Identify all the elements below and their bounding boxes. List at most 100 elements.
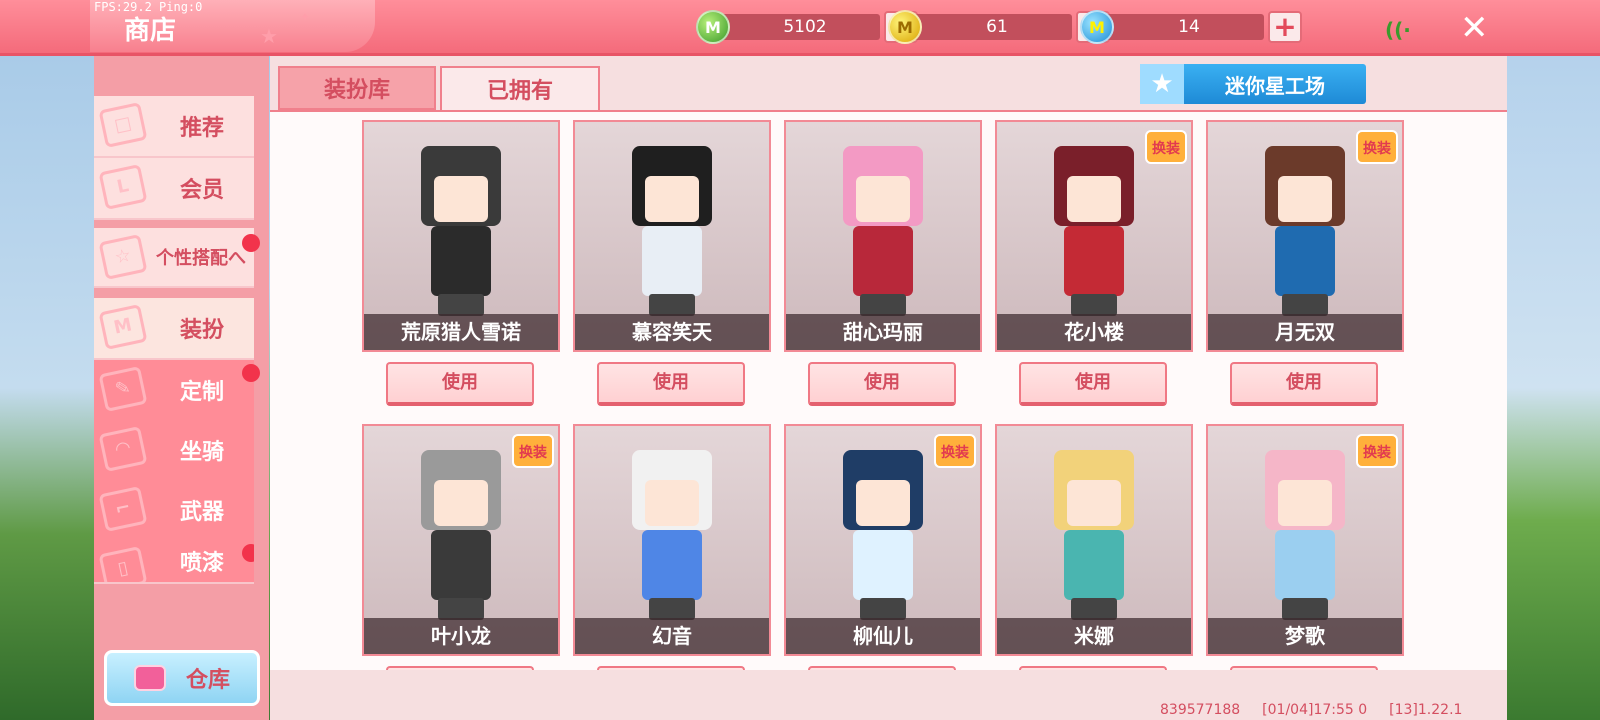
tab-outfit-library[interactable]: 装扮库 xyxy=(278,66,436,110)
background-scenery-right xyxy=(1505,56,1600,720)
sidebar-item-label: 喷漆 xyxy=(179,551,224,576)
dress-up-badge-icon: 换装 xyxy=(1356,130,1398,164)
character-outfit xyxy=(1275,530,1335,600)
star-icon: ★ xyxy=(1140,64,1184,104)
character-face xyxy=(434,480,488,526)
character-face xyxy=(645,480,699,526)
skin-card[interactable]: 慕容笑天 xyxy=(573,120,771,352)
shirt-icon: M xyxy=(98,304,148,350)
top-bar: ★ ✦ FPS:29.2 Ping:0 商店 M 5102 + M 61 + M… xyxy=(0,0,1600,56)
character-outfit xyxy=(853,226,913,296)
skin-name: 幻音 xyxy=(575,618,769,654)
character-legs xyxy=(438,294,484,316)
sidebar-item-label: 定制 xyxy=(179,380,224,405)
close-button[interactable]: ✕ xyxy=(1460,8,1489,48)
character-face xyxy=(1067,480,1121,526)
use-button[interactable]: 使用 xyxy=(1230,362,1378,406)
sidebar-item-custom[interactable]: ✎ 定制 xyxy=(94,360,260,422)
storage-label: 仓库 xyxy=(185,668,230,693)
sidebar-item-recommend[interactable]: □ 推荐 xyxy=(94,96,254,158)
character-outfit xyxy=(1275,226,1335,296)
currency-value: 5102 xyxy=(720,14,880,40)
footer-info: 839577188 [01/04]17:55 0 [13]1.22.1 xyxy=(1160,702,1462,718)
skin-name: 叶小龙 xyxy=(364,618,558,654)
character-legs xyxy=(438,598,484,620)
add-currency-button[interactable]: + xyxy=(1268,11,1302,43)
use-button[interactable]: 使用 xyxy=(597,362,745,406)
server-time: [01/04]17:55 0 xyxy=(1262,702,1368,718)
character-face xyxy=(1278,176,1332,222)
skin-name: 荒原猎人雪诺 xyxy=(364,314,558,350)
character-legs xyxy=(860,294,906,316)
character-face xyxy=(434,176,488,222)
storage-button[interactable]: 仓库 xyxy=(104,650,260,706)
character-legs xyxy=(1071,598,1117,620)
star-decoration-icon: ★ xyxy=(260,24,278,48)
sparkle-icon: ✦ xyxy=(300,10,311,24)
character-figure xyxy=(1250,440,1360,620)
character-figure xyxy=(828,440,938,620)
skin-card[interactable]: 换装 花小楼 xyxy=(995,120,1193,352)
sidebar-item-mount[interactable]: ◠ 坐骑 xyxy=(94,420,254,482)
user-id: 839577188 xyxy=(1160,702,1241,718)
character-legs xyxy=(649,294,695,316)
use-button[interactable]: 使用 xyxy=(386,666,534,670)
character-outfit xyxy=(431,530,491,600)
sidebar-item-label: 武器 xyxy=(179,500,224,525)
main-panel: 装扮库 已拥有 ★ 迷你星工场 荒原猎人雪诺 使用 慕容笑天 使用 甜心玛丽 使用 换装 花小… xyxy=(270,56,1507,720)
skin-card[interactable]: 换装梦歌 xyxy=(1206,424,1404,656)
member-card-icon: L xyxy=(98,164,148,210)
gun-icon: ⌐ xyxy=(98,486,148,532)
mini-workshop-button[interactable]: ★ 迷你星工场 xyxy=(1140,64,1366,104)
skin-name: 米娜 xyxy=(997,618,1191,654)
tab-owned[interactable]: 已拥有 xyxy=(440,66,600,110)
character-figure xyxy=(1039,136,1149,316)
signal-icon: ((· xyxy=(1385,18,1411,42)
currency-value: 14 xyxy=(1104,14,1264,40)
sidebar: □ 推荐 L 会员 ☆ 个性搭配へ M 装扮 ✎ 定制 ◠ 坐骑 ⌐ 武器 ▯ … xyxy=(94,56,269,720)
dress-up-badge-icon: 换装 xyxy=(512,434,554,468)
use-button[interactable]: 使用 xyxy=(808,666,956,670)
skin-card[interactable]: 换装 月无双 xyxy=(1206,120,1404,352)
character-face xyxy=(645,176,699,222)
sidebar-item-label: 会员 xyxy=(179,178,224,203)
sidebar-item-weapon[interactable]: ⌐ 武器 xyxy=(94,480,254,542)
use-button[interactable]: 使用 xyxy=(1019,666,1167,670)
page-title: 商店 xyxy=(124,16,177,46)
dress-up-badge-icon: 换装 xyxy=(1356,434,1398,468)
sidebar-item-label: 推荐 xyxy=(179,116,224,141)
notification-dot xyxy=(242,234,260,252)
use-button[interactable]: 使用 xyxy=(808,362,956,406)
sidebar-item-outfit[interactable]: M 装扮 xyxy=(94,298,254,360)
sidebar-item-member[interactable]: L 会员 xyxy=(94,158,254,220)
character-legs xyxy=(1071,294,1117,316)
sidebar-item-spray[interactable]: ▯ 喷漆 xyxy=(94,540,254,584)
character-face xyxy=(856,480,910,526)
mount-icon: ◠ xyxy=(98,426,148,472)
character-legs xyxy=(1282,294,1328,316)
use-button[interactable]: 使用 xyxy=(1230,666,1378,670)
skin-card[interactable]: 荒原猎人雪诺 xyxy=(362,120,560,352)
use-button[interactable]: 使用 xyxy=(597,666,745,670)
green-gem-coin-icon: M xyxy=(696,10,730,44)
skin-card[interactable]: 甜心玛丽 xyxy=(784,120,982,352)
use-button[interactable]: 使用 xyxy=(386,362,534,406)
version: [13]1.22.1 xyxy=(1389,702,1463,718)
character-figure xyxy=(406,440,516,620)
character-legs xyxy=(649,598,695,620)
skin-card[interactable]: 幻音 xyxy=(573,424,771,656)
skin-name: 柳仙儿 xyxy=(786,618,980,654)
skin-name: 梦歌 xyxy=(1208,618,1402,654)
dress-up-badge-icon: 换装 xyxy=(1145,130,1187,164)
character-figure xyxy=(617,136,727,316)
skin-card[interactable]: 换装 柳仙儿 xyxy=(784,424,982,656)
sidebar-section-personal-outfit[interactable]: ☆ 个性搭配へ xyxy=(94,228,260,288)
character-outfit xyxy=(642,530,702,600)
skin-card[interactable]: 米娜 xyxy=(995,424,1193,656)
character-face xyxy=(856,176,910,222)
character-figure xyxy=(1039,440,1149,620)
skin-card[interactable]: 换装叶小龙 xyxy=(362,424,560,656)
gold-coin-icon: M xyxy=(888,10,922,44)
use-button[interactable]: 使用 xyxy=(1019,362,1167,406)
notification-dot xyxy=(242,544,254,562)
